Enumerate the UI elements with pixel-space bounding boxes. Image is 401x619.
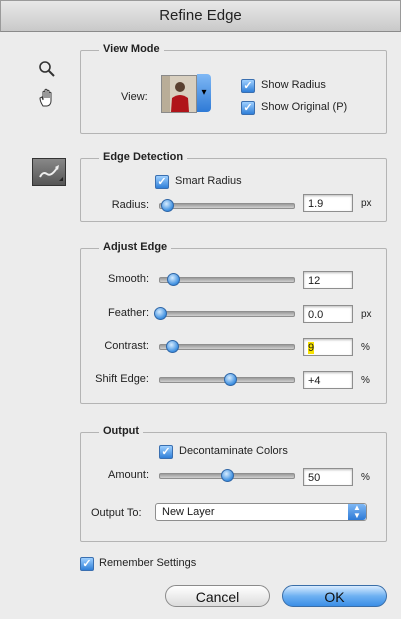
adjust-edge-legend: Adjust Edge: [99, 241, 172, 253]
output-legend: Output: [99, 425, 144, 437]
feather-unit: px: [361, 309, 372, 320]
contrast-slider[interactable]: [159, 340, 295, 353]
window-title: Refine Edge: [0, 0, 401, 32]
person-thumbnail-icon: [162, 76, 196, 112]
radius-slider[interactable]: [159, 199, 295, 212]
show-radius-checkbox[interactable]: ✓: [241, 79, 255, 93]
smooth-input[interactable]: 12: [303, 271, 353, 289]
amount-input[interactable]: 50: [303, 468, 353, 486]
smart-radius-label: Smart Radius: [175, 175, 242, 187]
smart-radius-checkbox[interactable]: ✓: [155, 175, 169, 189]
hand-tool-icon[interactable]: [36, 88, 58, 110]
edge-detection-legend: Edge Detection: [99, 151, 188, 163]
radius-unit: px: [361, 198, 372, 209]
magnifier-icon: [39, 61, 55, 77]
contrast-input[interactable]: 9: [303, 338, 353, 356]
remember-settings-label: Remember Settings: [99, 557, 197, 569]
contrast-slider-knob[interactable]: [166, 340, 180, 353]
smooth-label: Smooth:: [108, 273, 149, 285]
view-mode-legend: View Mode: [99, 43, 164, 55]
output-to-label: Output To:: [91, 507, 142, 519]
radius-slider-knob[interactable]: [160, 199, 174, 212]
smooth-slider[interactable]: [159, 273, 295, 286]
feather-input[interactable]: 0.0: [303, 305, 353, 323]
zoom-tool-icon[interactable]: [36, 60, 58, 82]
view-mode-group: View Mode View: ▾ ✓ Show Radius ✓ Show O…: [80, 43, 387, 134]
amount-label: Amount:: [108, 469, 149, 481]
shift-edge-slider[interactable]: [159, 373, 295, 386]
feather-slider[interactable]: [154, 307, 295, 320]
show-radius-label: Show Radius: [261, 79, 326, 91]
show-original-checkbox[interactable]: ✓: [241, 101, 255, 115]
radius-label: Radius:: [111, 199, 149, 211]
output-to-value: New Layer: [162, 506, 215, 518]
output-to-select[interactable]: New Layer ▲ ▼: [155, 503, 367, 521]
decontaminate-label: Decontaminate Colors: [179, 445, 288, 457]
amount-slider-knob[interactable]: [221, 469, 234, 482]
shift-edge-input[interactable]: +4: [303, 371, 353, 389]
decontaminate-checkbox[interactable]: ✓: [159, 445, 173, 459]
output-group: Output ✓ Decontaminate Colors Amount: 50…: [80, 425, 387, 542]
brush-icon: [39, 165, 63, 181]
contrast-value: 9: [308, 342, 315, 354]
cancel-button[interactable]: Cancel: [165, 585, 270, 607]
view-dropdown-arrow[interactable]: ▾: [197, 74, 211, 112]
feather-slider-knob[interactable]: [154, 307, 167, 320]
adjust-edge-group: Adjust Edge Smooth: 12 Feather: 0.0 px C…: [80, 241, 387, 404]
smooth-slider-knob[interactable]: [167, 273, 181, 286]
updown-arrow-icon: ▲ ▼: [348, 504, 366, 520]
view-label: View:: [121, 91, 148, 103]
shift-edge-slider-knob[interactable]: [223, 373, 237, 386]
shift-edge-label: Shift Edge:: [95, 373, 149, 385]
amount-unit: %: [361, 472, 370, 483]
remember-settings-checkbox[interactable]: ✓: [80, 557, 94, 571]
shift-edge-unit: %: [361, 375, 370, 386]
contrast-label: Contrast:: [104, 340, 149, 352]
hand-icon: [39, 88, 52, 107]
edge-detection-group: Edge Detection ✓ Smart Radius Radius: 1.…: [80, 151, 387, 222]
amount-slider[interactable]: [159, 469, 295, 482]
show-original-label: Show Original (P): [261, 101, 348, 113]
refine-radius-tool-icon[interactable]: [32, 158, 66, 186]
contrast-unit: %: [361, 342, 370, 353]
radius-input[interactable]: 1.9: [303, 194, 353, 212]
ok-button[interactable]: OK: [282, 585, 387, 607]
feather-label: Feather:: [108, 307, 149, 319]
view-thumbnail[interactable]: [161, 75, 197, 113]
